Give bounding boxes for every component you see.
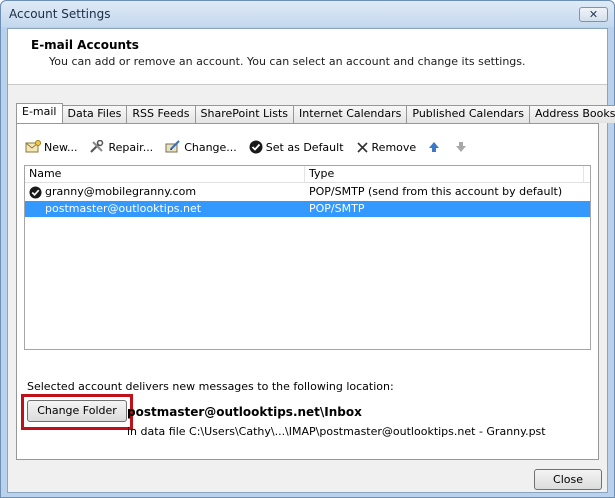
account-name: postmaster@outlooktips.net — [45, 202, 202, 215]
header-title: E-mail Accounts — [31, 38, 139, 52]
repair-button[interactable]: Repair... — [89, 140, 153, 154]
new-account-label: New... — [44, 140, 78, 154]
tab-sharepoint-lists[interactable]: SharePoint Lists — [194, 105, 295, 123]
arrow-up-icon — [429, 142, 440, 152]
repair-tools-icon — [90, 140, 104, 153]
remove-x-icon — [356, 141, 368, 153]
set-as-default-label: Set as Default — [265, 140, 344, 154]
account-toolbar: New... Repair... Change... Set as Defaul… — [25, 138, 482, 156]
email-tab-panel: New... Repair... Change... Set as Defaul… — [16, 123, 599, 460]
remove-label: Remove — [371, 140, 417, 154]
account-name: granny@mobilegranny.com — [45, 185, 197, 198]
account-type: POP/SMTP (send from this account by defa… — [309, 185, 563, 198]
window-close-icon[interactable]: ✕ — [579, 7, 608, 22]
repair-label: Repair... — [108, 140, 154, 154]
tab-strip: E-mail Data Files RSS Feeds SharePoint L… — [16, 103, 615, 123]
default-account-check-icon — [29, 185, 42, 199]
tab-address-books[interactable]: Address Books — [529, 105, 615, 123]
move-down-button[interactable] — [455, 141, 470, 153]
checkmark-circle-icon — [249, 140, 263, 154]
delivery-intro: Selected account delivers new messages t… — [27, 380, 394, 393]
account-row[interactable]: granny@mobilegranny.com POP/SMTP (send f… — [25, 184, 590, 200]
title-bar: Account Settings ✕ — [1, 1, 614, 27]
change-settings-icon — [165, 140, 180, 153]
delivery-folder-path: postmaster@outlooktips.net\Inbox — [127, 405, 362, 419]
header-subtitle: You can add or remove an account. You ca… — [49, 55, 526, 68]
tab-internet-calendars[interactable]: Internet Calendars — [293, 105, 408, 123]
list-header: Name Type — [25, 166, 590, 183]
move-up-button[interactable] — [428, 141, 443, 153]
change-folder-button[interactable]: Change Folder — [27, 400, 127, 422]
close-button[interactable]: Close — [534, 469, 602, 490]
account-row-selected[interactable]: postmaster@outlooktips.net POP/SMTP — [25, 201, 590, 217]
new-account-icon — [25, 140, 41, 153]
tab-data-files[interactable]: Data Files — [61, 105, 128, 123]
column-header-type[interactable]: Type — [305, 166, 584, 182]
delivery-data-file: in data file C:\Users\Cathy\...\IMAP\pos… — [127, 425, 546, 438]
column-header-name[interactable]: Name — [25, 166, 305, 182]
account-settings-window: Account Settings ✕ E-mail Accounts You c… — [0, 0, 615, 498]
window-title: Account Settings — [9, 7, 111, 21]
new-account-button[interactable]: New... — [25, 140, 77, 154]
tab-rss-feeds[interactable]: RSS Feeds — [126, 105, 196, 123]
arrow-down-icon — [456, 142, 467, 152]
tab-email[interactable]: E-mail — [16, 103, 63, 123]
account-name-cell: postmaster@outlooktips.net — [25, 201, 305, 217]
change-button[interactable]: Change... — [165, 140, 237, 154]
set-as-default-button[interactable]: Set as Default — [249, 140, 344, 154]
change-label: Change... — [184, 140, 237, 154]
account-type: POP/SMTP — [309, 202, 365, 215]
account-name-cell: granny@mobilegranny.com — [25, 184, 305, 200]
dialog-client: E-mail Accounts You can add or remove an… — [7, 28, 615, 493]
account-list: Name Type granny@mobilegranny.com POP/SM… — [24, 165, 591, 350]
header-band: E-mail Accounts You can add or remove an… — [8, 29, 607, 85]
remove-button[interactable]: Remove — [356, 140, 417, 154]
tab-published-calendars[interactable]: Published Calendars — [406, 105, 531, 123]
